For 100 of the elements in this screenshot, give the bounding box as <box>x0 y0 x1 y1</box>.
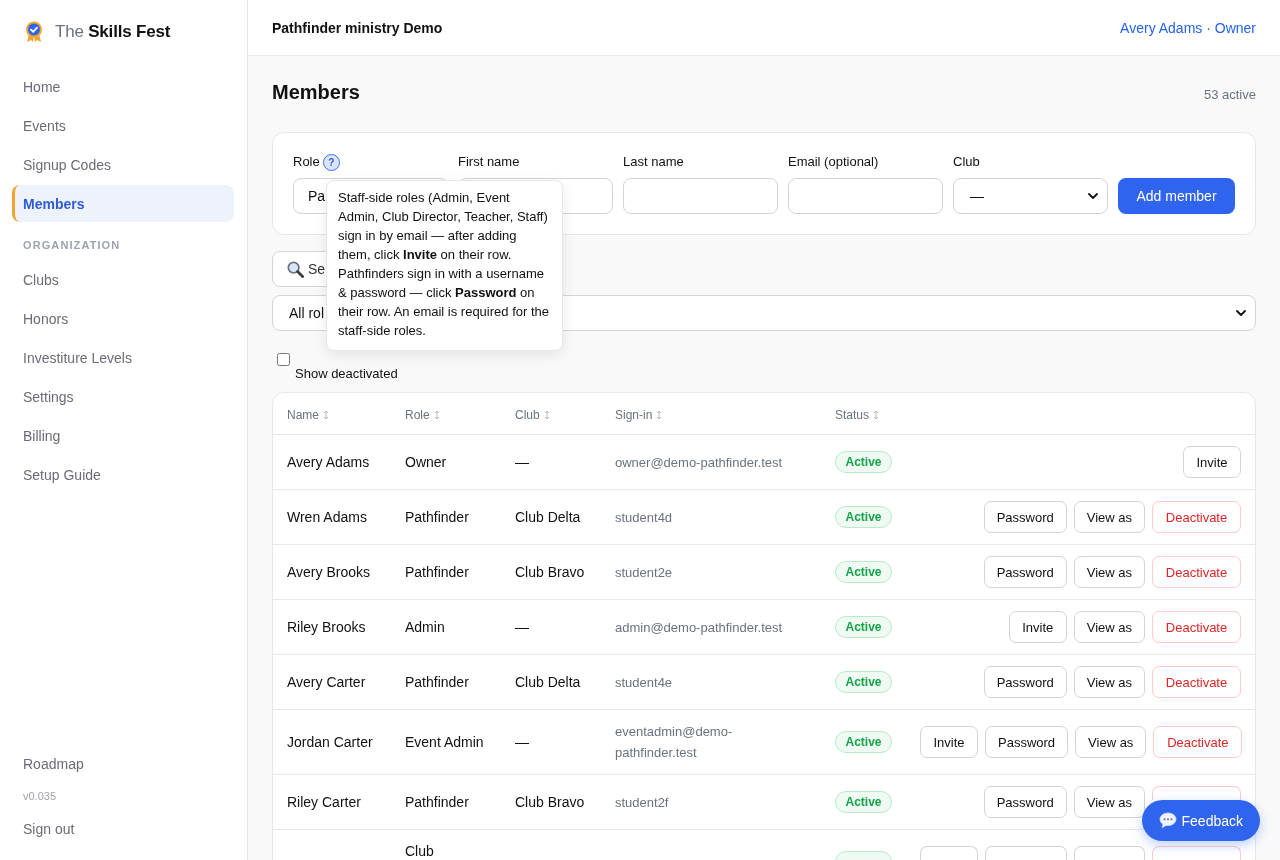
active-count: 53 active <box>1203 87 1256 102</box>
deactivate-button[interactable]: Deactivate <box>1152 556 1241 588</box>
view-as-button[interactable]: View as <box>1073 611 1145 643</box>
view-as-button[interactable] <box>1074 846 1145 860</box>
member-role: Pathfinder <box>405 673 469 690</box>
invite-button[interactable] <box>920 846 978 860</box>
checkbox-label: Show deactivated <box>295 366 398 382</box>
invite-button[interactable]: Invite <box>1183 446 1241 478</box>
member-role: Event Admin <box>405 733 484 750</box>
deactivate-button[interactable]: Deactivate <box>1152 501 1241 533</box>
member-club: Club Delta <box>515 673 581 690</box>
member-club: Club Bravo <box>515 563 585 580</box>
field-label: Club <box>953 154 980 170</box>
status-badge: Active <box>835 616 892 639</box>
sort-icon <box>543 409 550 420</box>
member-role: Pathfinder <box>405 508 469 525</box>
view-as-button[interactable]: View as <box>1073 786 1145 818</box>
sign-in-id: student4d <box>615 509 673 525</box>
view-as-button[interactable]: View as <box>1073 666 1145 698</box>
input-field[interactable] <box>788 178 943 214</box>
feedback-button[interactable]: Feedback <box>1141 800 1260 841</box>
member-club: — <box>515 618 529 635</box>
deactivate-button[interactable] <box>1152 786 1241 800</box>
status-badge: Active <box>835 451 892 474</box>
sidebar-item[interactable]: Investiture Levels <box>12 339 234 376</box>
sign-in-id: owner@demo-pathfinder.test <box>615 454 783 470</box>
invite-button[interactable]: Invite <box>1008 611 1067 643</box>
member-club: — <box>515 453 529 470</box>
search-icon <box>287 260 304 278</box>
award-icon <box>25 21 43 43</box>
view-as-button[interactable]: View as <box>1073 556 1145 588</box>
password-button[interactable]: Password <box>983 556 1067 588</box>
password-button[interactable] <box>985 846 1067 860</box>
show-deactivated-checkbox[interactable] <box>277 353 290 366</box>
sort-icon <box>656 409 663 420</box>
column-header[interactable]: Sign-in <box>615 407 663 422</box>
sidebar-item[interactable]: Home <box>12 68 234 105</box>
deactivate-button[interactable]: Deactivate <box>1152 666 1241 698</box>
speech-bubble-icon <box>1158 812 1177 829</box>
member-name: Wren Adams <box>287 508 367 525</box>
member-club: Club Delta <box>515 508 581 525</box>
sidebar-item[interactable]: Events <box>12 107 234 144</box>
field-label: Email (optional) <box>788 154 879 170</box>
deactivate-button[interactable] <box>1152 846 1241 860</box>
member-name: Riley Brooks <box>287 618 366 635</box>
member-role: Admin <box>405 618 445 635</box>
roadmap-link[interactable]: Roadmap <box>12 745 234 782</box>
column-header[interactable]: Name <box>287 407 329 422</box>
sidebar-item[interactable]: Members <box>12 185 234 222</box>
sidebar-item[interactable]: Signup Codes <box>12 146 234 183</box>
status-badge: Active <box>835 506 892 529</box>
column-header[interactable]: Role <box>405 407 440 422</box>
sidebar-item[interactable]: Clubs <box>12 261 234 298</box>
member-role: Owner <box>405 453 447 470</box>
member-club: Club Bravo <box>515 793 585 810</box>
brand-name: The Skills Fest <box>55 22 171 42</box>
password-button[interactable]: Password <box>983 501 1067 533</box>
workspace-title: Pathfinder ministry Demo <box>272 19 443 36</box>
invite-button[interactable]: Invite <box>920 726 978 758</box>
sort-icon <box>873 409 880 420</box>
status-badge: Active <box>835 731 892 754</box>
help-tooltip: Staff-side roles (Admin, Event Admin, Club Director, Teacher, Staff) sign in by email — after adding them, click Invite on their row. Pathfinders sign in with a username & password — click Password on their row. An email is required for the staff-side roles. <box>326 180 563 351</box>
sidebar-item[interactable]: Setup Guide <box>12 456 234 493</box>
member-club: — <box>515 733 529 750</box>
member-name: Avery Adams <box>287 453 370 470</box>
input-field[interactable] <box>623 178 778 214</box>
sort-icon <box>323 409 329 420</box>
page-title: Members <box>272 80 360 104</box>
status-badge: Active <box>835 671 892 694</box>
member-name: Riley Carter <box>287 793 361 810</box>
sign-in-id: student2f <box>615 794 669 810</box>
sign-out-link[interactable]: Sign out <box>12 810 234 847</box>
member-role: Pathfinder <box>405 563 469 580</box>
deactivate-button[interactable]: Deactivate <box>1152 611 1241 643</box>
sidebar-item[interactable]: Settings <box>12 378 234 415</box>
sign-in-id: admin@demo-pathfinder.test <box>615 619 783 635</box>
version-label: v0.035 <box>22 789 57 804</box>
sign-in-id: student2e <box>615 564 673 580</box>
view-as-button[interactable]: View as <box>1075 726 1147 758</box>
member-role: Pathfinder <box>405 793 469 810</box>
select-field[interactable]: — <box>953 178 1108 214</box>
field-label: Last name <box>623 154 684 170</box>
sort-icon <box>433 409 440 420</box>
sidebar-item[interactable]: Honors <box>12 300 234 337</box>
chevron-down-icon <box>1088 193 1098 199</box>
password-button[interactable]: Password <box>983 666 1067 698</box>
account-link[interactable]: Avery Adams · Owner <box>1120 19 1256 36</box>
column-header[interactable]: Status <box>835 407 880 422</box>
column-header[interactable]: Club <box>515 407 550 422</box>
add-member-button[interactable]: Add member <box>1118 178 1235 214</box>
view-as-button[interactable]: View as <box>1073 501 1145 533</box>
sidebar-item[interactable]: Billing <box>12 417 234 454</box>
help-icon[interactable]: ? <box>322 153 340 171</box>
sign-in-id: student4e <box>615 674 673 690</box>
deactivate-button[interactable]: Deactivate <box>1153 726 1243 758</box>
password-button[interactable]: Password <box>985 726 1069 758</box>
password-button[interactable]: Password <box>983 786 1067 818</box>
member-name: Avery Brooks <box>287 563 370 580</box>
member-name: Jordan Carter <box>287 733 373 750</box>
member-name: Avery Carter <box>287 673 366 690</box>
